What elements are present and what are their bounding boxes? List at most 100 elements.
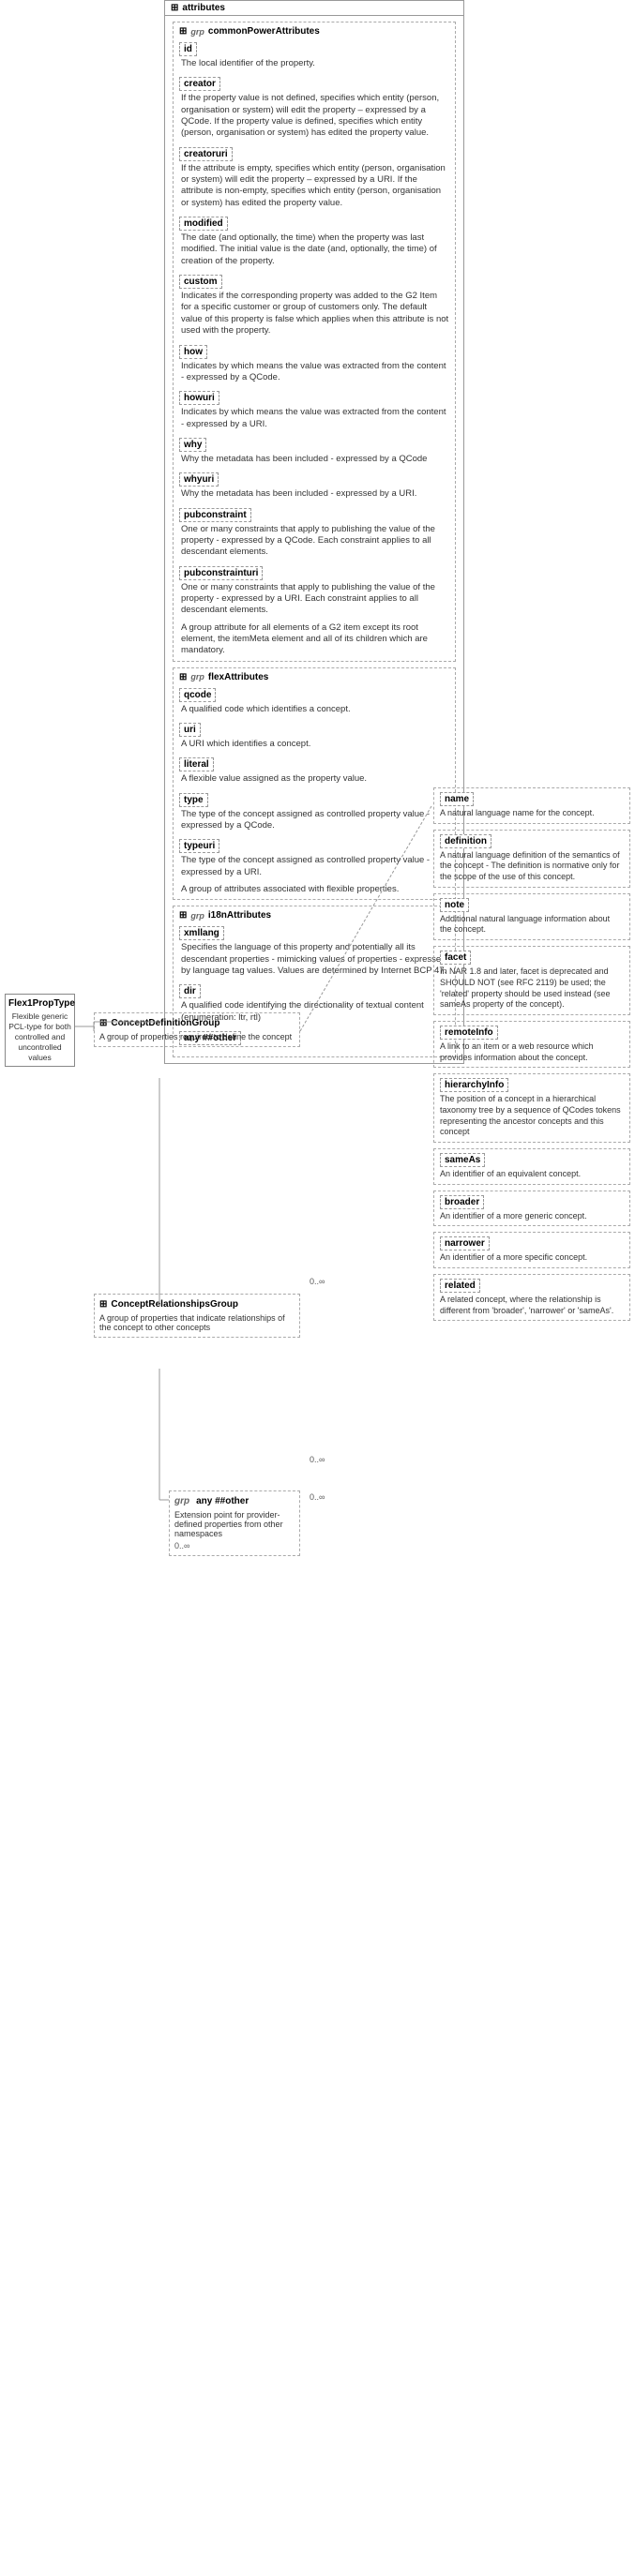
prop-broader-desc: An identifier of a more generic concept.: [440, 1211, 624, 1222]
prop-facet-desc: In NAR 1.8 and later, facet is deprecate…: [440, 966, 624, 1011]
flex-attributes-group: ⊞ grp flexAttributes qcode A qualified c…: [173, 667, 456, 901]
concept-rel-desc: A group of properties that indicate rela…: [99, 1313, 295, 1332]
i18n-group-icon: ⊞: [179, 910, 187, 921]
item-custom-name: custom: [179, 275, 222, 289]
page: ⊞ attributes ⊞ grp commonPowerAttributes…: [0, 0, 635, 2576]
item-why-desc: Why the metadata has been included - exp…: [179, 454, 449, 465]
svg-text:0..∞: 0..∞: [310, 1455, 325, 1464]
item-creator: creator If the property value is not def…: [179, 75, 449, 141]
item-why: why Why the metadata has been included -…: [179, 436, 449, 467]
item-custom-desc: Indicates if the corresponding property …: [179, 291, 449, 337]
i18n-attrs-name: i18nAttributes: [208, 910, 271, 921]
item-creatoruri-desc: If the attribute is empty, specifies whi…: [179, 163, 449, 209]
item-qcode-desc: A qualified code which identifies a conc…: [179, 704, 449, 715]
prop-sameas-desc: An identifier of an equivalent concept.: [440, 1169, 624, 1180]
svg-text:0..∞: 0..∞: [310, 1492, 325, 1502]
item-pubconstrainturi: pubconstrainturi One or many constraints…: [179, 564, 449, 619]
flex-group-note: A group of attributes associated with fl…: [179, 884, 449, 895]
prop-narrower: narrower An identifier of a more specifi…: [433, 1232, 630, 1268]
item-how-desc: Indicates by which means the value was e…: [179, 361, 449, 384]
item-typeuri-desc: The type of the concept assigned as cont…: [179, 855, 449, 878]
grp-label-1: grp: [190, 27, 204, 37]
common-group-note: A group attribute for all elements of a …: [179, 622, 449, 657]
concept-rel-name: ConceptRelationshipsGroup: [111, 1299, 238, 1310]
item-xmllang-name: xmllang: [179, 926, 224, 940]
attributes-title: ⊞ attributes: [165, 1, 463, 16]
concept-def-desc: A group of properties required to define…: [99, 1032, 295, 1041]
prop-remoteinfo-label: remoteInfo: [440, 1026, 498, 1040]
attributes-box: ⊞ attributes ⊞ grp commonPowerAttributes…: [164, 0, 464, 1064]
prop-note-desc: Additional natural language information …: [440, 914, 624, 936]
prop-name-label: name: [440, 792, 474, 806]
item-typeuri-name: typeuri: [179, 839, 219, 853]
item-literal-desc: A flexible value assigned as the propert…: [179, 773, 449, 785]
grp-label-2: grp: [190, 672, 204, 681]
prop-hierarchyinfo-desc: The position of a concept in a hierarchi…: [440, 1094, 624, 1138]
prop-sameas-label: sameAs: [440, 1153, 485, 1167]
common-power-attrs-name: commonPowerAttributes: [208, 26, 320, 37]
item-how: how Indicates by which means the value w…: [179, 343, 449, 386]
item-xmllang-desc: Specifies the language of this property …: [179, 942, 449, 977]
item-xmllang: xmllang Specifies the language of this p…: [179, 924, 449, 979]
item-creator-desc: If the property value is not defined, sp…: [179, 93, 449, 139]
common-power-attributes-group: ⊞ grp commonPowerAttributes id The local…: [173, 22, 456, 662]
any-other-desc: Extension point for provider-defined pro…: [174, 1510, 295, 1538]
item-qcode: qcode A qualified code which identifies …: [179, 686, 449, 717]
any-other-bottom-box: grp any ##other Extension point for prov…: [169, 1490, 300, 1556]
prop-definition-label: definition: [440, 834, 491, 848]
item-type: type The type of the concept assigned as…: [179, 791, 449, 834]
item-id-name: id: [179, 42, 197, 56]
prop-facet-label: facet: [440, 951, 471, 965]
prop-facet: facet In NAR 1.8 and later, facet is dep…: [433, 946, 630, 1015]
prop-definition: definition A natural language definition…: [433, 830, 630, 888]
flex-group-icon: ⊞: [179, 672, 187, 682]
svg-text:0..∞: 0..∞: [310, 1277, 325, 1286]
grp-label-3: grp: [190, 911, 204, 921]
prop-note-label: note: [440, 898, 469, 912]
flex-attrs-title: ⊞ grp flexAttributes: [179, 672, 449, 682]
flex-prop-type-box: Flex1PropType Flexible generic PCL-type …: [5, 994, 75, 1067]
item-pubconstraint: pubconstraint One or many constraints th…: [179, 506, 449, 561]
any-other-grp-label: grp: [174, 1496, 189, 1506]
prop-related-label: related: [440, 1279, 480, 1293]
prop-remoteinfo: remoteInfo A link to an item or a web re…: [433, 1021, 630, 1068]
item-type-name: type: [179, 793, 208, 807]
concept-def-name: ConceptDefinitionGroup: [111, 1018, 219, 1028]
item-creatoruri: creatoruri If the attribute is empty, sp…: [179, 145, 449, 211]
item-pubconstrainturi-name: pubconstrainturi: [179, 566, 263, 580]
i18n-attrs-title: ⊞ grp i18nAttributes: [179, 910, 449, 921]
item-modified: modified The date (and optionally, the t…: [179, 215, 449, 269]
prop-name: name A natural language name for the con…: [433, 787, 630, 824]
concept-def-title: ⊞ ConceptDefinitionGroup: [99, 1018, 295, 1028]
flex-prop-type-name: Flex1PropType: [8, 997, 71, 1010]
right-properties: name A natural language name for the con…: [433, 787, 630, 1326]
prop-note: note Additional natural language informa…: [433, 893, 630, 940]
item-modified-name: modified: [179, 217, 228, 231]
item-whyuri: whyuri Why the metadata has been include…: [179, 471, 449, 502]
item-pubconstraint-name: pubconstraint: [179, 508, 251, 522]
item-creatoruri-name: creatoruri: [179, 147, 233, 161]
item-qcode-name: qcode: [179, 688, 216, 702]
flex-prop-type-desc: Flexible generic PCL-type for both contr…: [8, 1011, 71, 1063]
flex-attrs-name: flexAttributes: [208, 672, 268, 682]
item-howuri-desc: Indicates by which means the value was e…: [179, 407, 449, 430]
item-literal: literal A flexible value assigned as the…: [179, 756, 449, 786]
attributes-label: attributes: [182, 3, 225, 13]
any-other-title: grp any ##other: [174, 1496, 295, 1506]
concept-rel-title: ⊞ ConceptRelationshipsGroup: [99, 1299, 295, 1310]
item-id: id The local identifier of the property.: [179, 40, 449, 71]
item-creator-name: creator: [179, 77, 220, 91]
item-why-name: why: [179, 438, 206, 452]
item-pubconstrainturi-desc: One or many constraints that apply to pu…: [179, 582, 449, 617]
prop-remoteinfo-desc: A link to an item or a web resource whic…: [440, 1041, 624, 1063]
item-howuri: howuri Indicates by which means the valu…: [179, 389, 449, 432]
item-pubconstraint-desc: One or many constraints that apply to pu…: [179, 524, 449, 559]
concept-rel-group-box: ⊞ ConceptRelationshipsGroup A group of p…: [94, 1294, 300, 1338]
attributes-icon: ⊞: [171, 3, 178, 13]
item-uri: uri A URI which identifies a concept.: [179, 721, 449, 752]
prop-narrower-label: narrower: [440, 1236, 490, 1251]
prop-definition-desc: A natural language definition of the sem…: [440, 850, 624, 883]
concept-rel-icon: ⊞: [99, 1299, 107, 1310]
group-icon: ⊞: [179, 26, 187, 37]
prop-hierarchyinfo-label: hierarchyInfo: [440, 1078, 508, 1092]
